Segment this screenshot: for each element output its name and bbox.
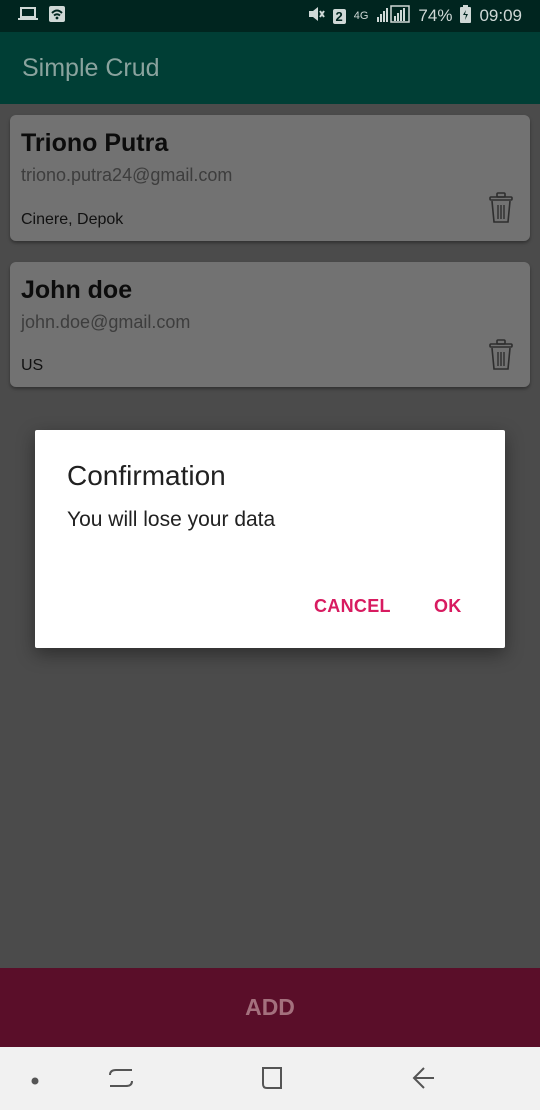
list-item[interactable]: John doe john.doe@gmail.com US bbox=[10, 262, 530, 387]
trash-icon[interactable] bbox=[488, 338, 514, 372]
contact-email: john.doe@gmail.com bbox=[21, 312, 191, 332]
dialog-title: Confirmation bbox=[67, 460, 226, 491]
clock: 09:09 bbox=[479, 6, 522, 25]
network-type: 4G bbox=[353, 10, 369, 22]
back-icon[interactable] bbox=[410, 1065, 436, 1096]
home-icon[interactable] bbox=[259, 1065, 285, 1096]
list-item[interactable]: Triono Putra triono.putra24@gmail.com Ci… bbox=[10, 115, 530, 241]
add-button-label: ADD bbox=[245, 994, 295, 1020]
battery-icon bbox=[460, 4, 472, 28]
ok-button[interactable]: OK bbox=[434, 596, 462, 617]
contact-address: US bbox=[21, 357, 44, 374]
recent-apps-icon[interactable] bbox=[108, 1065, 134, 1096]
laptop-icon bbox=[18, 6, 38, 27]
navigation-bar bbox=[0, 1047, 540, 1110]
contact-email: triono.putra24@gmail.com bbox=[21, 165, 233, 185]
trash-icon[interactable] bbox=[488, 191, 514, 225]
app-bar: Simple Crud bbox=[0, 32, 540, 104]
mute-icon bbox=[307, 5, 325, 28]
sim-slot-badge: 2 bbox=[332, 8, 346, 24]
confirmation-dialog: Confirmation You will lose your data CAN… bbox=[35, 430, 505, 648]
dot-icon bbox=[30, 1073, 40, 1091]
add-button[interactable]: ADD bbox=[0, 968, 540, 1047]
contact-address: Cinere, Depok bbox=[21, 211, 124, 228]
wifi-icon bbox=[48, 5, 66, 28]
app-title: Simple Crud bbox=[22, 53, 160, 82]
signal-icon bbox=[376, 4, 411, 28]
dialog-message: You will lose your data bbox=[67, 508, 276, 531]
cancel-button[interactable]: CANCEL bbox=[314, 596, 391, 617]
status-bar: 2 4G 74% 09:09 bbox=[0, 0, 540, 32]
contact-name: Triono Putra bbox=[21, 129, 169, 157]
battery-percent: 74% bbox=[418, 6, 453, 25]
contact-name: John doe bbox=[21, 276, 133, 304]
